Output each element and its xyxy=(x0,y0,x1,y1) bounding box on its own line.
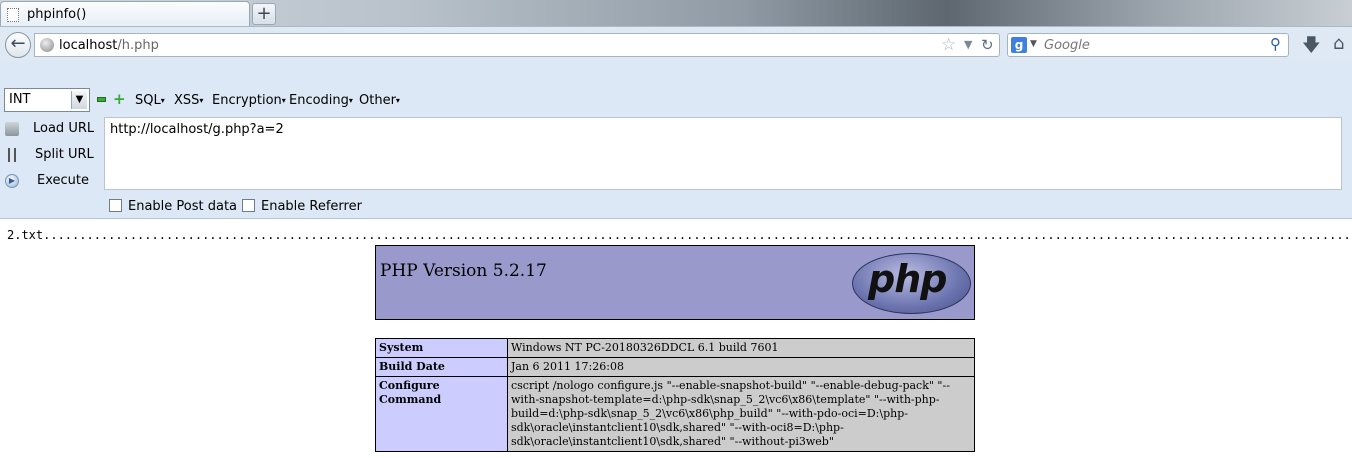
row-key: System xyxy=(375,338,508,358)
plus-icon[interactable]: + xyxy=(113,92,126,107)
url-host: localhost xyxy=(59,38,118,53)
execute-label: Execute xyxy=(37,173,89,188)
output-leading-text: 2.txt xyxy=(7,228,44,242)
type-select[interactable]: INT ▼ xyxy=(4,88,90,112)
tab-title: phpinfo() xyxy=(27,7,87,22)
php-version-title: PHP Version 5.2.17 xyxy=(380,261,547,281)
download-icon[interactable]: 🡇 xyxy=(1302,33,1321,63)
menu-xss[interactable]: XSS xyxy=(174,93,203,108)
url-textarea[interactable]: http://localhost/g.php?a=2 xyxy=(104,117,1342,190)
page-content: 2.txt...................................… xyxy=(0,219,1352,458)
table-row: Configure Command cscript /nologo config… xyxy=(375,376,975,452)
row-value: Jan 6 2011 17:26:08 xyxy=(507,357,975,377)
enable-post-checkbox[interactable]: Enable Post data xyxy=(109,199,237,214)
output-text-line: 2.txt...................................… xyxy=(7,228,1350,242)
chevron-down-icon[interactable]: ▼ xyxy=(964,38,972,51)
table-row: Build Date Jan 6 2011 17:26:08 xyxy=(375,357,975,377)
back-button[interactable]: ← xyxy=(5,32,31,58)
menu-encryption[interactable]: Encryption xyxy=(212,93,286,108)
minus-icon[interactable] xyxy=(97,97,106,102)
menu-other[interactable]: Other xyxy=(359,93,400,108)
search-placeholder: Google xyxy=(1044,38,1090,53)
load-url-button[interactable]: Load URL xyxy=(0,119,100,141)
php-logo[interactable]: php xyxy=(852,253,971,314)
page-favicon-icon xyxy=(7,8,19,22)
menu-sql[interactable]: SQL xyxy=(135,93,165,108)
enable-referrer-label: Enable Referrer xyxy=(261,199,362,214)
url-text[interactable]: localhost/h.php xyxy=(59,38,159,53)
url-path: /h.php xyxy=(117,38,159,53)
row-key: Configure Command xyxy=(375,376,508,452)
execute-icon: ▶ xyxy=(5,174,19,188)
split-url-label: Split URL xyxy=(35,147,94,162)
engine-dropdown-icon[interactable]: ▼ xyxy=(1030,39,1037,49)
table-row: System Windows NT PC-20180326DDCL 6.1 bu… xyxy=(375,338,975,358)
globe-icon xyxy=(40,38,54,52)
php-version-header: PHP Version 5.2.17 php xyxy=(375,245,975,320)
navigation-bar: ← localhost/h.php ☆ ▼ ↻ g ▼ Google ⚲ 🡇 ⌂ xyxy=(0,26,1352,62)
home-icon[interactable]: ⌂ xyxy=(1333,33,1344,54)
hackbar-panel: INT ▼ + SQL XSS Encryption Encoding Othe… xyxy=(0,62,1352,219)
checkbox-box[interactable] xyxy=(109,199,122,212)
new-tab-button[interactable]: + xyxy=(252,3,276,25)
search-bar[interactable]: g ▼ Google ⚲ xyxy=(1007,33,1289,57)
checkbox-box[interactable] xyxy=(242,199,255,212)
load-url-icon xyxy=(5,122,19,136)
tab-strip: phpinfo() + xyxy=(0,0,1352,27)
chevron-down-icon[interactable]: ▼ xyxy=(71,91,87,109)
menu-encoding[interactable]: Encoding xyxy=(289,93,353,108)
enable-post-label: Enable Post data xyxy=(128,199,238,214)
output-dots: ........................................… xyxy=(43,228,1350,242)
split-url-icon xyxy=(8,148,16,162)
load-url-label: Load URL xyxy=(33,121,95,136)
phpinfo-table: System Windows NT PC-20180326DDCL 6.1 bu… xyxy=(375,338,975,452)
tab-phpinfo[interactable]: phpinfo() xyxy=(0,1,250,27)
php-logo-text: php xyxy=(868,257,947,301)
split-url-button[interactable]: Split URL xyxy=(0,145,100,167)
row-value: cscript /nologo configure.js "--enable-s… xyxy=(507,376,975,452)
address-bar[interactable]: localhost/h.php ☆ ▼ ↻ xyxy=(34,33,1000,57)
execute-button[interactable]: ▶ Execute xyxy=(0,171,100,193)
reload-icon[interactable]: ↻ xyxy=(981,36,994,54)
back-arrow-icon: ← xyxy=(10,33,26,54)
search-icon[interactable]: ⚲ xyxy=(1270,35,1281,53)
google-icon[interactable]: g xyxy=(1011,37,1027,53)
row-value: Windows NT PC-20180326DDCL 6.1 build 760… xyxy=(507,338,975,358)
star-icon[interactable]: ☆ xyxy=(941,35,956,55)
row-key: Build Date xyxy=(375,357,508,377)
enable-referrer-checkbox[interactable]: Enable Referrer xyxy=(242,199,362,214)
type-select-value: INT xyxy=(9,92,31,107)
